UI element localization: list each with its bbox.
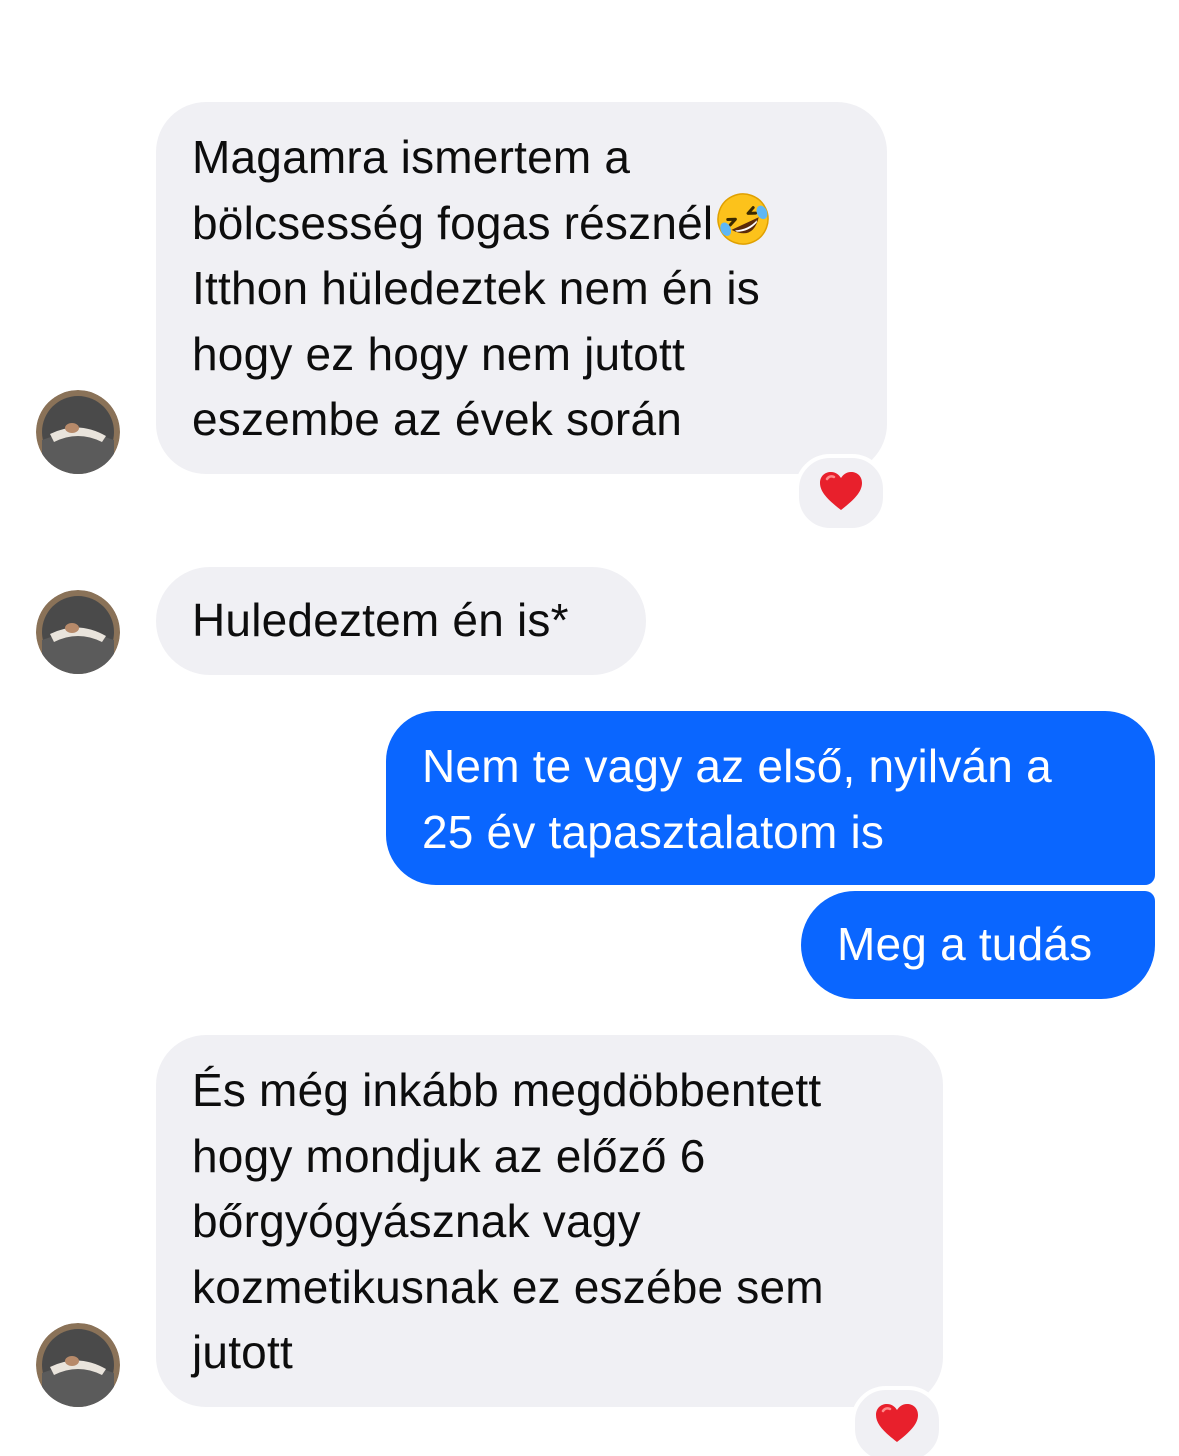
red-heart-icon bbox=[874, 1402, 920, 1449]
message-line: Meg a tudás bbox=[837, 918, 1093, 970]
message-line: kozmetikusnak ez eszébe sem bbox=[192, 1260, 824, 1313]
rolling-on-floor-laughing-icon bbox=[715, 191, 771, 247]
incoming-message[interactable]: Huledeztem én is* bbox=[156, 567, 646, 675]
message-line: hogy ez hogy nem jutott bbox=[192, 327, 686, 380]
heart-reaction[interactable] bbox=[795, 454, 887, 532]
message-line: hogy mondjuk az előző 6 bbox=[192, 1129, 706, 1182]
avatar[interactable] bbox=[36, 590, 120, 674]
message-line: Nem te vagy az első, nyilván a bbox=[422, 740, 1052, 792]
red-heart-icon bbox=[818, 470, 864, 517]
message-line: bőrgyógyásznak vagy bbox=[192, 1195, 641, 1247]
message-line: jutott bbox=[192, 1326, 293, 1378]
message-line: Magamra ismertem a bbox=[192, 131, 631, 183]
message-line: Itthon hüledeztek nem én is bbox=[192, 262, 760, 314]
avatar[interactable] bbox=[36, 1323, 120, 1407]
message-text: bölcsesség fogas résznél bbox=[192, 196, 714, 249]
incoming-message[interactable]: És még inkább megdöbbentett hogy mondjuk… bbox=[156, 1035, 943, 1407]
message-line: És még inkább megdöbbentett bbox=[192, 1064, 822, 1116]
outgoing-message[interactable]: Meg a tudás bbox=[801, 891, 1155, 999]
incoming-message[interactable]: Magamra ismertem a bölcsesség fogas rész… bbox=[156, 102, 887, 474]
outgoing-message[interactable]: Nem te vagy az első, nyilván a 25 év tap… bbox=[386, 711, 1155, 885]
heart-reaction[interactable] bbox=[851, 1386, 943, 1456]
message-line: eszembe az évek során bbox=[192, 393, 683, 445]
message-line: 25 év tapasztalatom is bbox=[422, 805, 885, 858]
message-line: bölcsesség fogas résznél bbox=[192, 191, 851, 257]
message-line: Huledeztem én is* bbox=[192, 594, 569, 646]
avatar[interactable] bbox=[36, 390, 120, 474]
chat-thread: Magamra ismertem a bölcsesség fogas rész… bbox=[0, 0, 1179, 1456]
